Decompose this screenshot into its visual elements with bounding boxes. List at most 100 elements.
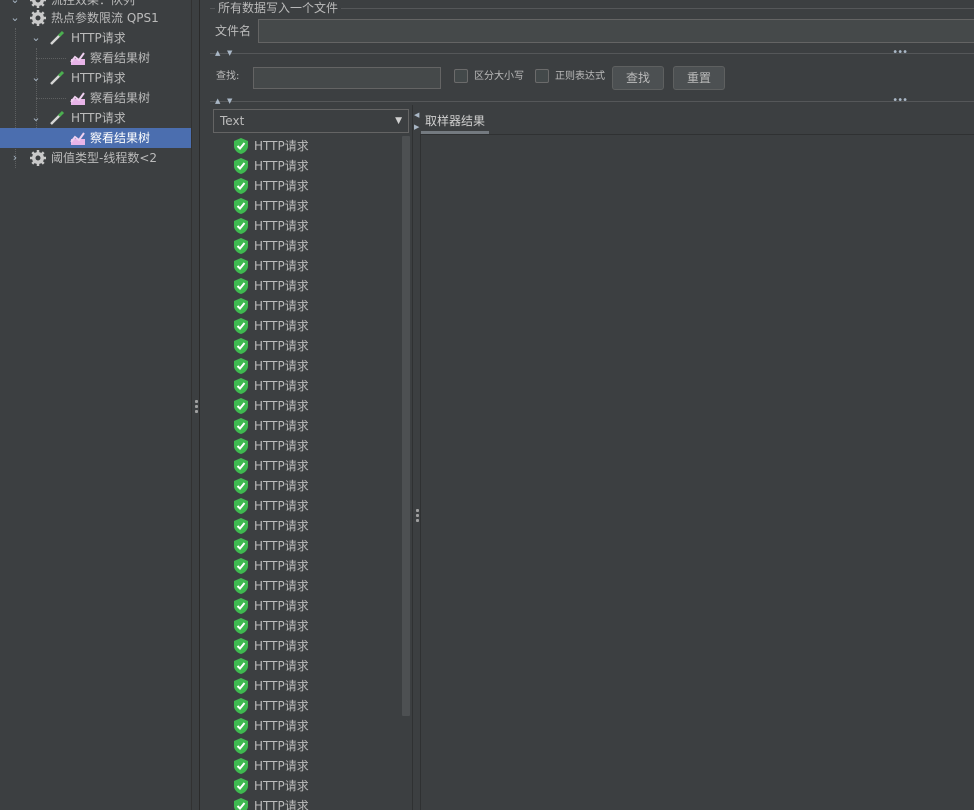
results-scrollbar[interactable] [402,136,410,716]
list-item-label: HTTP请求 [254,719,309,733]
list-item[interactable]: HTTP请求 [213,216,403,236]
more-dots-icon: ••• [892,47,908,58]
find-button[interactable]: 查找 [612,66,664,90]
pipette-icon [50,30,65,45]
tree-item-label: 阈值类型-线程数<2 [51,151,158,165]
list-item[interactable]: HTTP请求 [213,476,403,496]
list-item-label: HTTP请求 [254,179,309,193]
filename-input[interactable] [258,19,974,43]
list-item-label: HTTP请求 [254,359,309,373]
search-input[interactable] [253,67,441,89]
tree-item-http-request[interactable]: ⌄ HTTP请求 [0,108,191,128]
list-item[interactable]: HTTP请求 [213,456,403,476]
list-item[interactable]: HTTP请求 [213,416,403,436]
list-item-label: HTTP请求 [254,679,309,693]
reset-button[interactable]: 重置 [673,66,725,90]
chevron-down-icon[interactable]: ⌄ [30,68,42,88]
list-item[interactable]: HTTP请求 [213,356,403,376]
list-item[interactable]: HTTP请求 [213,196,403,216]
left-arrow-icon[interactable]: ◀ [414,111,419,119]
list-item[interactable]: HTTP请求 [213,276,403,296]
green-shield-check-icon [234,138,248,154]
test-plan-tree[interactable]: ⌄ 流控效果：队列 ⌄ 热点参数限流 QPS1 ⌄ HTTP请求 察看结 [0,0,191,810]
list-item[interactable]: HTTP请求 [213,716,403,736]
list-item[interactable]: HTTP请求 [213,496,403,516]
list-item-label: HTTP请求 [254,319,309,333]
list-item[interactable]: HTTP请求 [213,376,403,396]
list-item-label: HTTP请求 [254,399,309,413]
green-shield-check-icon [234,518,248,534]
down-arrow-icon[interactable]: ▼ [227,49,232,57]
list-item[interactable]: HTTP请求 [213,236,403,256]
main-splitter[interactable] [191,0,200,810]
green-shield-check-icon [234,458,248,474]
caret-down-icon: ▼ [395,116,402,126]
green-shield-check-icon [234,798,248,810]
horizontal-splitter[interactable]: ▲ ▼ ••• [210,47,974,58]
list-item[interactable]: HTTP请求 [213,296,403,316]
tree-item-http-request[interactable]: ⌄ HTTP请求 [0,68,191,88]
green-shield-check-icon [234,378,248,394]
tree-item-view-results-tree[interactable]: 察看结果树 [0,88,191,108]
list-item[interactable]: HTTP请求 [213,616,403,636]
green-shield-check-icon [234,658,248,674]
tree-item-label: 热点参数限流 QPS1 [51,11,159,25]
list-item[interactable]: HTTP请求 [213,536,403,556]
sample-results-list[interactable]: HTTP请求 HTTP请求 HTTP请求 HTTP请求 HTTP请求 HTTP请求 HTTP… [213,136,409,810]
list-item[interactable]: HTTP请求 [213,676,403,696]
list-item[interactable]: HTTP请求 [213,636,403,656]
list-item-label: HTTP请求 [254,339,309,353]
renderer-select[interactable]: Text ▼ [213,109,409,133]
tab-sampler-result[interactable]: 取样器结果 [421,110,490,134]
list-item[interactable]: HTTP请求 [213,776,403,796]
list-item[interactable]: HTTP请求 [213,336,403,356]
tree-item-view-results-tree-selected[interactable]: 察看结果树 [0,128,191,148]
green-shield-check-icon [234,438,248,454]
up-arrow-icon[interactable]: ▲ [215,97,220,105]
list-item[interactable]: HTTP请求 [213,756,403,776]
list-item[interactable]: HTTP请求 [213,576,403,596]
list-item[interactable]: HTTP请求 [213,796,403,810]
green-shield-check-icon [234,678,248,694]
list-item-label: HTTP请求 [254,479,309,493]
inner-splitter[interactable]: ◀ ▶ [412,105,420,810]
up-arrow-icon[interactable]: ▲ [215,49,220,57]
case-sensitive-checkbox[interactable] [454,69,468,83]
down-arrow-icon[interactable]: ▼ [227,97,232,105]
tree-item-label: 察看结果树 [90,91,151,105]
chevron-right-icon[interactable]: › [9,148,21,168]
chevron-down-icon[interactable]: ⌄ [30,108,42,128]
right-arrow-icon[interactable]: ▶ [414,123,419,131]
list-item[interactable]: HTTP请求 [213,316,403,336]
splitter-grip [416,519,419,522]
chevron-down-icon[interactable]: ⌄ [30,28,42,48]
green-shield-check-icon [234,218,248,234]
tree-item-view-results-tree[interactable]: 察看结果树 [0,48,191,68]
green-shield-check-icon [234,538,248,554]
green-shield-check-icon [234,598,248,614]
horizontal-splitter[interactable]: ▲ ▼ ••• [210,96,974,106]
list-item[interactable]: HTTP请求 [213,516,403,536]
splitter-grip [416,514,419,517]
green-shield-check-icon [234,398,248,414]
pipette-icon [50,110,65,125]
green-shield-check-icon [234,358,248,374]
list-item[interactable]: HTTP请求 [213,696,403,716]
chevron-down-icon[interactable]: ⌄ [9,8,21,28]
list-item[interactable]: HTTP请求 [213,736,403,756]
list-item[interactable]: HTTP请求 [213,396,403,416]
list-item[interactable]: HTTP请求 [213,436,403,456]
tree-item-hotspot-qps[interactable]: ⌄ 热点参数限流 QPS1 [0,8,191,28]
list-item[interactable]: HTTP请求 [213,136,403,156]
list-item[interactable]: HTTP请求 [213,156,403,176]
regex-checkbox[interactable] [535,69,549,83]
tree-item-threshold-threads[interactable]: › 阈值类型-线程数<2 [0,148,191,168]
list-item[interactable]: HTTP请求 [213,556,403,576]
list-item[interactable]: HTTP请求 [213,176,403,196]
tree-item-http-request[interactable]: ⌄ HTTP请求 [0,28,191,48]
list-item-label: HTTP请求 [254,239,309,253]
green-shield-check-icon [234,178,248,194]
list-item[interactable]: HTTP请求 [213,596,403,616]
list-item[interactable]: HTTP请求 [213,256,403,276]
list-item[interactable]: HTTP请求 [213,656,403,676]
